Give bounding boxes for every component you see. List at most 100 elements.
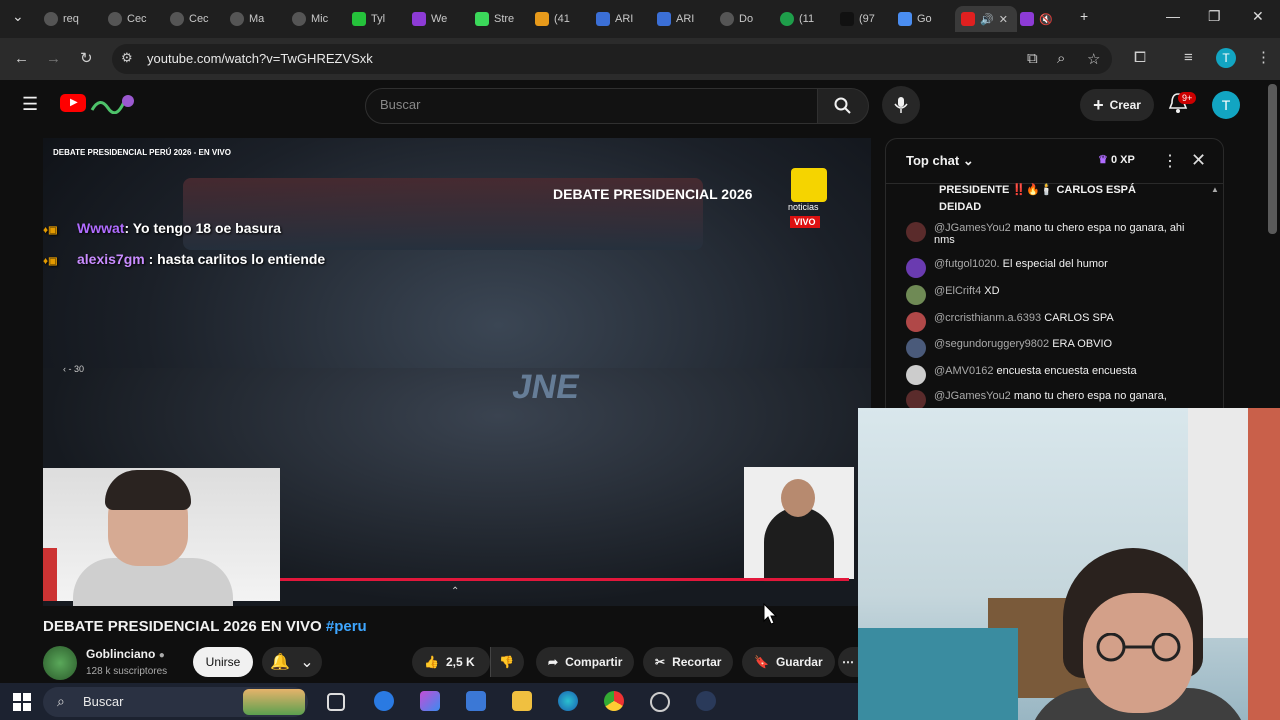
hamburger-menu-icon[interactable]: ☰ <box>22 94 38 115</box>
windows-start-icon[interactable] <box>13 693 31 711</box>
browser-tab[interactable]: Stre <box>475 6 514 32</box>
browser-tab[interactable]: ARI <box>657 6 694 32</box>
channel-name-text: Goblinciano <box>86 647 156 661</box>
chat-menu-icon[interactable]: ⋮ <box>1162 151 1178 171</box>
chat-avatar[interactable] <box>906 390 926 410</box>
minimize-icon[interactable]: — <box>1166 8 1180 24</box>
chat-avatar[interactable] <box>906 258 926 278</box>
task-view-icon[interactable] <box>327 693 345 711</box>
save-button[interactable]: 🔖 Guardar <box>742 647 835 677</box>
new-tab-icon[interactable]: + <box>1080 8 1088 24</box>
browser-tab[interactable]: Go <box>898 6 932 32</box>
tab-favicon-icon <box>108 12 122 26</box>
scroll-up-icon[interactable]: ▲ <box>1211 185 1219 194</box>
browser-tab[interactable]: (97 <box>840 6 875 32</box>
mute-icon[interactable]: 🔊 <box>980 13 994 26</box>
dislike-button[interactable]: 👎 <box>490 647 524 677</box>
page-scrollbar[interactable] <box>1268 84 1277 234</box>
chat-avatar[interactable] <box>906 312 926 332</box>
join-button[interactable]: Unirse <box>193 647 253 677</box>
close-window-icon[interactable]: ✕ <box>1252 8 1264 25</box>
chat-user[interactable]: @segundoruggery9802 <box>934 338 1049 350</box>
crown-icon: ♛ <box>1098 154 1108 166</box>
chevron-up-icon[interactable]: ⌃ <box>451 586 459 597</box>
hashtag-link[interactable]: #peru <box>326 618 367 635</box>
video-player[interactable]: DEBATE PRESIDENCIAL PERÚ 2026 - EN VIVO … <box>43 138 871 606</box>
clip-button[interactable]: ✂ Recortar <box>643 647 734 677</box>
browser-tab[interactable]: Cec <box>170 6 209 32</box>
file-explorer-icon[interactable] <box>512 691 532 711</box>
browser-tab[interactable]: req <box>44 6 79 32</box>
mail-app-icon[interactable] <box>374 691 394 711</box>
browser-tab[interactable]: We <box>412 6 447 32</box>
steam-icon[interactable] <box>696 691 716 711</box>
chat-avatar[interactable] <box>906 338 926 358</box>
thumbs-down-icon: 👎 <box>499 655 514 669</box>
chrome-icon[interactable] <box>604 691 624 711</box>
create-button[interactable]: + Crear <box>1080 89 1154 121</box>
chat-user[interactable]: @crcristhianm.a.6393 <box>934 312 1041 324</box>
broadcaster-logo <box>791 168 827 202</box>
tab-title: Cec <box>127 13 147 25</box>
chat-user[interactable]: @JGamesYou2 <box>934 390 1011 402</box>
chat-close-icon[interactable]: ✕ <box>1191 150 1206 171</box>
like-button[interactable]: 👍 2,5 K <box>412 647 490 677</box>
site-info-icon[interactable]: ⚙ <box>121 50 133 66</box>
chat-mode-dropdown[interactable]: Top chat ⌄ <box>906 153 974 169</box>
browser-tab[interactable]: Do <box>720 6 753 32</box>
muted-icon[interactable]: 🔇 <box>1039 13 1053 26</box>
tab-favicon-icon <box>352 12 366 26</box>
streamer-webcam <box>43 468 280 606</box>
browser-tab[interactable]: (41 <box>535 6 570 32</box>
browser-tab[interactable]: Tyl <box>352 6 385 32</box>
voice-search-button[interactable] <box>882 86 920 124</box>
chat-user[interactable]: @futgol1020. <box>934 258 1000 270</box>
profile-avatar[interactable]: T <box>1216 48 1236 68</box>
search-button[interactable] <box>817 88 869 124</box>
channel-name[interactable]: Goblinciano ● <box>86 647 165 661</box>
bookmark-star-icon[interactable]: ☆ <box>1087 50 1100 68</box>
reload-icon[interactable]: ↻ <box>80 49 93 67</box>
xp-badge[interactable]: ♛ 0 XP <box>1098 153 1135 166</box>
chat-user[interactable]: @AMV0162 <box>934 365 993 377</box>
chat-user[interactable]: @ElCrift4 <box>934 285 981 297</box>
tab-search-icon[interactable]: ⌄ <box>12 8 24 25</box>
progress-bar[interactable] <box>280 578 849 581</box>
address-bar[interactable]: ⚙ youtube.com/watch?v=TwGHREZVSxk ⧉ ⌕ ☆ <box>112 44 1112 74</box>
edge-icon[interactable] <box>558 691 578 711</box>
forward-icon[interactable]: → <box>46 50 61 67</box>
chat-avatar[interactable] <box>906 285 926 305</box>
zoom-icon[interactable]: ⌕ <box>1057 50 1065 67</box>
browser-tab[interactable]: (11 <box>780 6 814 32</box>
restore-icon[interactable]: ❐ <box>1208 8 1221 25</box>
tab-close-icon[interactable]: ✕ <box>999 13 1008 26</box>
active-tab[interactable]: 🔊 ✕ <box>955 6 1017 32</box>
channel-avatar[interactable] <box>43 646 77 680</box>
more-actions-button[interactable]: ⋯ <box>838 647 858 677</box>
copilot-icon[interactable] <box>420 691 440 711</box>
share-button[interactable]: ➦ Compartir <box>536 647 635 677</box>
doodle-logo-icon[interactable] <box>90 92 136 115</box>
chat-avatar[interactable] <box>906 365 926 385</box>
search-input[interactable]: Buscar <box>365 88 819 124</box>
chat-avatar[interactable] <box>906 222 926 242</box>
back-icon[interactable]: ← <box>14 50 29 67</box>
browser-tab[interactable]: Ma <box>230 6 264 32</box>
taskbar-search[interactable]: ⌕ Buscar <box>43 687 308 717</box>
install-icon[interactable]: ⧉ <box>1027 50 1038 67</box>
tab-favicon-icon <box>780 12 794 26</box>
tab-title: Mic <box>311 13 329 25</box>
browser-tab[interactable]: Mic <box>292 6 328 32</box>
subscribe-notifications-button[interactable]: 🔔 ⌄ <box>262 647 322 677</box>
store-icon[interactable] <box>466 691 486 711</box>
browser-tab[interactable]: ARI <box>596 6 633 32</box>
browser-menu-icon[interactable]: ⋮ <box>1256 48 1271 66</box>
browser-tab[interactable]: 🔇 <box>1020 6 1053 32</box>
browser-tab[interactable]: Cec <box>108 6 147 32</box>
extensions-icon[interactable]: ⧠ <box>1134 49 1146 66</box>
clock-app-icon[interactable] <box>650 692 670 712</box>
youtube-logo-icon[interactable]: ▶ <box>60 94 86 112</box>
media-icon[interactable]: ≡ <box>1184 49 1193 66</box>
chat-user[interactable]: @JGamesYou2 <box>934 222 1011 234</box>
account-avatar[interactable]: T <box>1212 91 1240 119</box>
